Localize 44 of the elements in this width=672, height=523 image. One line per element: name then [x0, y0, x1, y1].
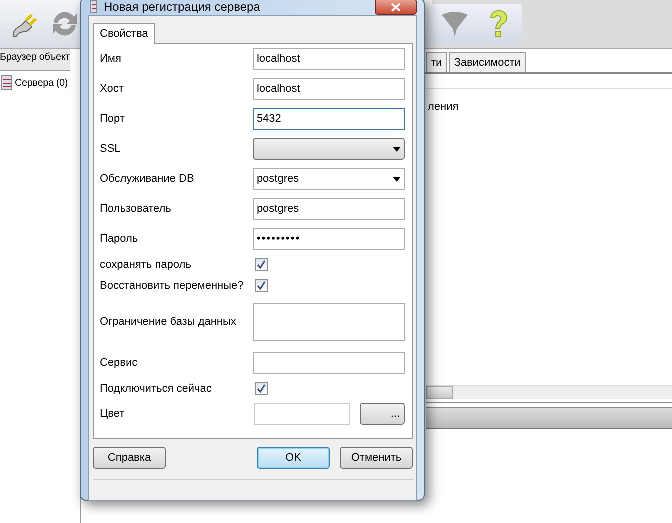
- panel-title: Браузер объект: [0, 49, 70, 71]
- input-field[interactable]: localhost: [252, 48, 405, 70]
- input-field[interactable]: [252, 352, 405, 374]
- field-label: Цвет: [100, 408, 126, 420]
- checkbox[interactable]: [255, 258, 268, 271]
- close-icon: [391, 2, 401, 12]
- field-label: Хост: [100, 83, 125, 95]
- tab[interactable]: Зависимости: [449, 52, 526, 72]
- field-label: Пароль: [100, 233, 140, 245]
- horizontal-scrollbar[interactable]: [426, 385, 672, 399]
- dropdown[interactable]: [252, 138, 405, 160]
- server-icon: [1, 75, 13, 91]
- content-text: ления: [428, 101, 460, 113]
- input-field[interactable]: localhost: [252, 78, 405, 100]
- field-label: сохранять пароль: [100, 258, 192, 270]
- password-field[interactable]: •••••••••: [252, 228, 405, 250]
- field-label: Восстановить переменные?: [100, 280, 245, 292]
- checkbox[interactable]: [255, 382, 268, 395]
- field-label: Сервис: [100, 357, 139, 369]
- field-label: Подключиться сейчас: [100, 382, 213, 394]
- dropdown[interactable]: postgres: [252, 168, 405, 190]
- field-label: Пользователь: [100, 203, 172, 215]
- window-title: Новая регистрация сервера: [104, 0, 260, 14]
- help-button[interactable]: Справка: [93, 447, 166, 469]
- browse-button[interactable]: ...: [360, 403, 405, 425]
- field-label: Порт: [100, 113, 126, 125]
- field-label: Ограничение базы данных: [100, 316, 238, 328]
- server-icon: [90, 0, 98, 14]
- input-field[interactable]: 5432: [252, 108, 405, 130]
- field-label: Имя: [100, 53, 122, 65]
- close-button[interactable]: [375, 0, 417, 15]
- cancel-button[interactable]: Отменить: [340, 447, 413, 469]
- tab[interactable]: ти: [426, 52, 448, 72]
- text-area[interactable]: [252, 303, 405, 341]
- color-field[interactable]: [254, 403, 350, 425]
- field-label: Обслуживание DB: [100, 173, 196, 185]
- tab[interactable]: Свойства: [93, 23, 156, 44]
- dropdown-arrow-icon: [393, 176, 401, 182]
- checkbox[interactable]: [255, 279, 268, 292]
- tree-item[interactable]: Сервера (0): [15, 78, 68, 88]
- ok-button[interactable]: OK: [257, 447, 330, 469]
- dropdown-arrow-icon: [393, 146, 401, 152]
- input-field[interactable]: postgres: [252, 198, 405, 220]
- field-label: SSL: [100, 143, 122, 155]
